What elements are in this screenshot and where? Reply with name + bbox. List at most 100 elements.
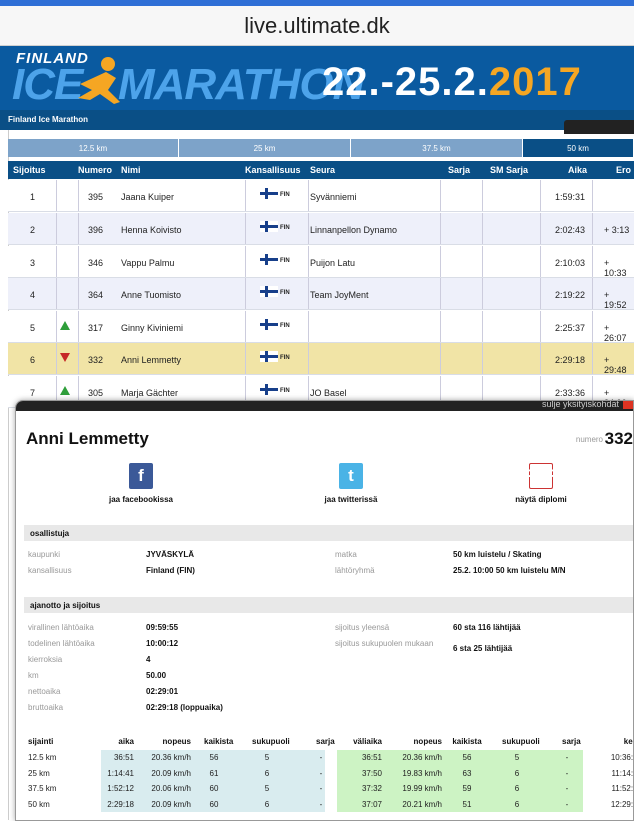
col-nimi[interactable]: Nimi	[121, 165, 141, 175]
split-cell-sukupuoli: 6	[264, 768, 270, 778]
banner-date-range: 22.-25.2.	[322, 60, 489, 104]
city-label: kaupunki	[28, 550, 61, 559]
split-cell-kaikista-2: 59	[462, 784, 472, 793]
column-separator	[308, 213, 309, 244]
banner-dates: 22.-25.2.2017	[322, 60, 582, 105]
tab-12-5km[interactable]: 12.5 km	[8, 139, 179, 157]
row-name: Anni Lemmetty	[121, 355, 182, 365]
official-start-label: virallinen lähtöaika	[28, 623, 94, 632]
split-cell-sarja-2: -	[565, 784, 569, 793]
col-seura[interactable]: Seura	[310, 165, 335, 175]
col-aika[interactable]: Aika	[568, 165, 587, 175]
column-separator	[592, 278, 593, 309]
split-cell-aika: 1:52:12	[107, 784, 134, 793]
table-row[interactable]: 3 346 Vappu Palmu Puijon Latu 2:10:03 + 10:33…	[8, 246, 634, 278]
split-row: 25 km 1:14:41 20.09 km/h 61 6 - 37:50 19.83 km/…	[24, 766, 633, 781]
twitter-icon: t	[339, 463, 363, 489]
row-time: 2:29:18	[555, 355, 586, 365]
split-cell-kaikista-2: 63	[462, 768, 472, 778]
gender-rank-value: 6 sta 25 lähtijää	[453, 644, 513, 653]
row-nationality: FIN	[280, 355, 290, 361]
row-name: Marja Gächter	[121, 388, 179, 398]
athlete-number: 332	[604, 429, 633, 448]
split-cell-sukupuoli-2: 6	[514, 784, 520, 793]
split-cell-kaikista-2: 56	[462, 753, 472, 762]
column-separator	[592, 213, 593, 244]
col-sijoitus[interactable]: Sijoitus	[13, 165, 46, 175]
row-diff: + 26:07	[604, 323, 627, 343]
split-cell-nopeus-2: 20.36 km/h	[402, 753, 442, 762]
share-twitter-button[interactable]: t jaa twitterissä	[306, 463, 396, 504]
table-row[interactable]: 1 395 Jaana Kuiper Syvänniemi 1:59:31 FIN	[8, 180, 634, 212]
results-header: Sijoitus Numero Nimi Kansallisuus Seura …	[8, 161, 634, 179]
row-nationality: FIN	[280, 323, 290, 329]
gender-rank-label: sijoitus sukupuolen mukaan	[335, 639, 434, 648]
arrow-down-icon	[60, 353, 70, 362]
table-row[interactable]: 4 364 Anne Tuomisto Team JoyMent 2:19:22 + 19…	[8, 278, 634, 310]
split-col-kaikista: kaikista	[204, 737, 234, 746]
row-nationality: FIN	[280, 388, 290, 394]
column-separator	[245, 343, 246, 374]
column-separator	[56, 343, 57, 374]
finland-flag-icon	[260, 188, 278, 199]
address-bar[interactable]: live.ultimate.dk	[0, 6, 634, 46]
row-rank: 4	[30, 290, 36, 300]
table-row[interactable]: 2 396 Henna Koivisto Linnanpellon Dynamo 2:0…	[8, 213, 634, 245]
pdf-icon: PDF	[524, 463, 558, 489]
collapsed-tab[interactable]	[564, 120, 634, 134]
column-separator	[592, 343, 593, 374]
split-cell-sarja-2: -	[565, 799, 569, 809]
split-cell-nopeus: 20.09 km/h	[151, 799, 191, 809]
column-separator	[78, 213, 79, 244]
column-separator	[245, 246, 246, 277]
split-cell-kaikista: 56	[209, 753, 219, 762]
real-start-label: todelinen lähtöaika	[28, 639, 95, 648]
col-numero[interactable]: Numero	[78, 165, 112, 175]
tab-25km[interactable]: 25 km	[179, 139, 351, 157]
column-separator	[592, 180, 593, 211]
tab-37-5km[interactable]: 37.5 km	[351, 139, 523, 157]
row-time: 1:59:31	[555, 192, 586, 202]
row-club: Team JoyMent	[310, 290, 369, 300]
official-start-value: 09:59:55	[146, 623, 179, 632]
split-col-aika: aika	[118, 737, 134, 746]
participant-section-header: osallistuja	[24, 525, 633, 541]
show-diploma-button[interactable]: PDF näytä diplomi	[496, 463, 586, 504]
column-separator	[245, 311, 246, 342]
column-separator	[78, 311, 79, 342]
share-facebook-label: jaa facebookissa	[108, 495, 174, 504]
split-cell-sarja: -	[319, 753, 323, 762]
table-row[interactable]: 6 332 Anni Lemmetty 2:29:18 + 29:48 FIN	[8, 343, 634, 375]
col-ero[interactable]: Ero	[616, 165, 631, 175]
row-club: Linnanpellon Dynamo	[310, 225, 398, 235]
split-cell-valiaika: 37:50	[361, 768, 382, 778]
column-separator	[482, 311, 483, 342]
column-separator	[308, 246, 309, 277]
tab-50km[interactable]: 50 km	[523, 139, 634, 157]
finland-flag-icon	[260, 384, 278, 395]
col-sarja[interactable]: Sarja	[448, 165, 470, 175]
show-diploma-label: näytä diplomi	[515, 495, 567, 504]
split-col-sarja: sarja	[316, 737, 335, 746]
column-separator	[482, 180, 483, 211]
row-rank: 3	[30, 258, 36, 268]
split-cell-sarja: -	[319, 799, 323, 809]
share-facebook-button[interactable]: f jaa facebookissa	[96, 463, 186, 504]
row-time: 2:19:22	[555, 290, 586, 300]
close-details-link[interactable]: sulje yksityiskohdat	[542, 401, 619, 409]
overall-rank-label: sijoitus yleensä	[335, 623, 390, 632]
split-cell-kello: 11:52:07	[611, 784, 634, 793]
table-row[interactable]: 5 317 Ginny Kiviniemi 2:25:37 + 26:07 FIN	[8, 311, 634, 343]
number-label: numero	[575, 435, 603, 444]
km-value: 50.00	[146, 671, 167, 680]
row-rank: 1	[30, 192, 36, 202]
col-sm-sarja[interactable]: SM Sarja	[490, 165, 528, 175]
close-icon[interactable]	[623, 401, 633, 409]
timing-section-header: ajanotto ja sijoitus	[24, 597, 633, 613]
nationality-value: Finland (FIN)	[146, 566, 195, 575]
row-name: Vappu Palmu	[121, 258, 175, 268]
split-cell-nopeus: 20.06 km/h	[151, 784, 191, 793]
row-club: Puijon Latu	[310, 258, 356, 268]
athlete-detail-modal: sulje yksityiskohdat Anni Lemmetty numer…	[15, 400, 634, 821]
col-kansallisuus[interactable]: Kansallisuus	[245, 165, 301, 175]
